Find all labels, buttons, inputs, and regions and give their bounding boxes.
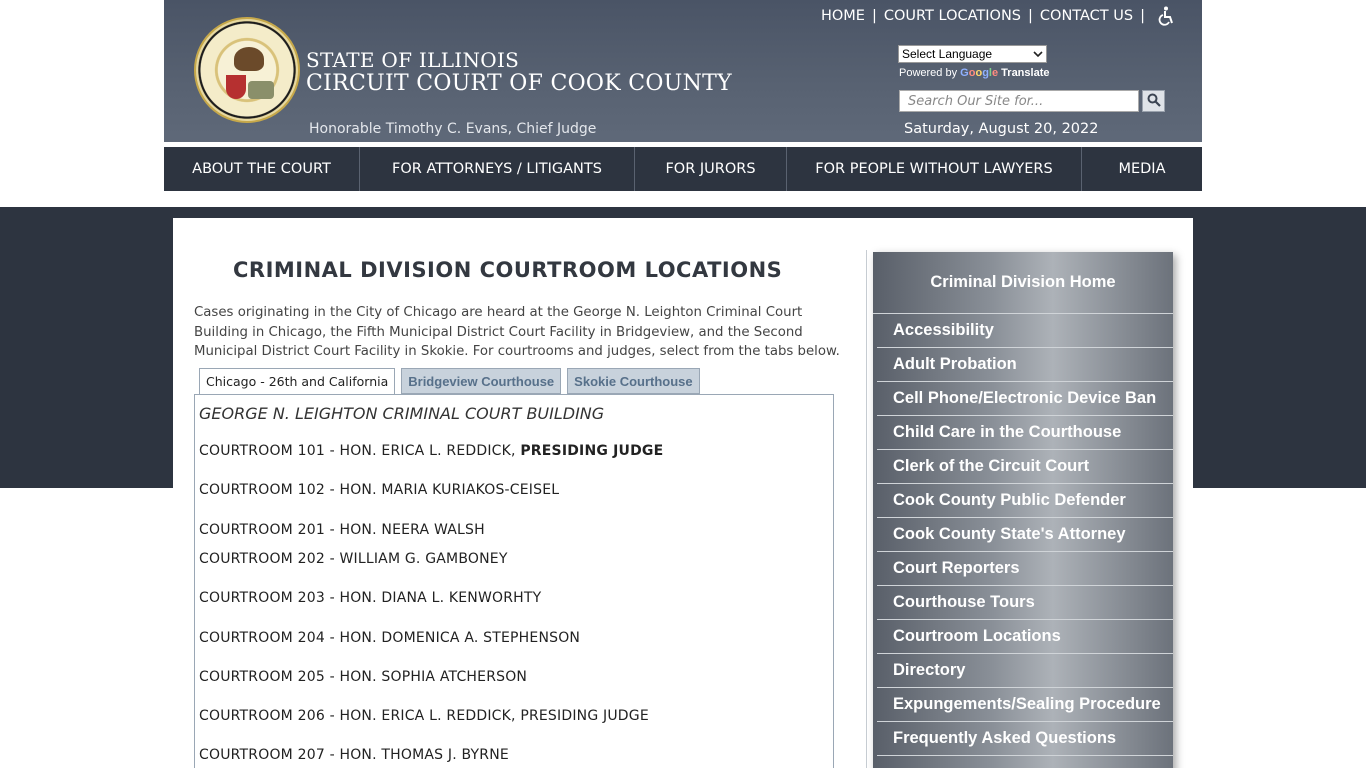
building-name: GEORGE N. LEIGHTON CRIMINAL COURT BUILDI… [199,404,605,423]
seal-eagle-graphic [234,47,264,71]
sidebar-item-directory[interactable]: Directory [877,654,1173,688]
intro-paragraph: Cases originating in the City of Chicago… [194,305,840,359]
sidebar-item-public-defender[interactable]: Cook County Public Defender [877,484,1173,518]
content-area: CRIMINAL DIVISION COURTROOM LOCATIONS Ca… [173,218,1193,768]
link-separator: | [871,8,877,24]
tab-chicago[interactable]: Chicago - 26th and California [199,368,396,395]
site-search-input[interactable]: Search Our Site for... [899,90,1139,112]
link-separator: | [1028,8,1033,24]
courtroom-item: COURTROOM 202 - WILLIAM G. GAMBONEY [199,551,508,567]
top-links: HOME | COURT LOCATIONS | CONTACT US | [821,6,1176,26]
magnifier-icon [1147,92,1161,111]
courtroom-text: COURTROOM 101 - HON. ERICA L. REDDICK, [199,443,521,459]
nav-for-attorneys-litigants[interactable]: FOR ATTORNEYS / LITIGANTS [360,147,635,191]
tab-panel: GEORGE N. LEIGHTON CRIMINAL COURT BUILDI… [194,394,834,768]
search-button[interactable] [1142,90,1165,112]
courtroom-item: COURTROOM 207 - HON. THOMAS J. BYRNE [199,747,509,763]
powered-by-label: Powered by [899,67,958,79]
contact-us-link[interactable]: CONTACT US [1040,8,1133,24]
google-letter: g [982,67,989,79]
header-divider [164,142,1202,145]
google-letter: e [991,67,999,79]
link-separator: | [1140,8,1145,24]
nav-media[interactable]: MEDIA [1082,147,1202,191]
tab-bridgeview[interactable]: Bridgeview Courthouse [401,368,562,394]
page-title: CRIMINAL DIVISION COURTROOM LOCATIONS [233,258,783,282]
sidebar-item-expungements[interactable]: Expungements/Sealing Procedure [877,688,1173,722]
sidebar-item-child-care[interactable]: Child Care in the Courthouse [877,416,1173,450]
sidebar-heading[interactable]: Criminal Division Home [873,252,1173,314]
translate-link[interactable]: Translate [1001,67,1049,79]
illinois-seal-logo[interactable] [194,17,300,123]
sidebar-menu: Criminal Division Home Accessibility Adu… [873,252,1173,768]
court-title[interactable]: CIRCUIT COURT OF COOK COUNTY [306,71,732,96]
current-date: Saturday, August 20, 2022 [904,121,1099,137]
wheelchair-icon[interactable] [1158,6,1176,26]
main-nav: ABOUT THE COURT FOR ATTORNEYS / LITIGANT… [164,147,1202,191]
courtroom-item: COURTROOM 205 - HON. SOPHIA ATCHERSON [199,669,528,685]
sidebar-item-states-attorney[interactable]: Cook County State's Attorney [877,518,1173,552]
tab-skokie[interactable]: Skokie Courthouse [567,368,700,394]
site-header: STATE OF ILLINOIS CIRCUIT COURT OF COOK … [164,0,1202,144]
nav-about-the-court[interactable]: ABOUT THE COURT [164,147,360,191]
sidebar-item-adult-probation[interactable]: Adult Probation [877,348,1173,382]
home-link[interactable]: HOME [821,8,865,24]
seal-shield-graphic [226,75,246,99]
sidebar-item-faq[interactable]: Frequently Asked Questions [877,722,1173,756]
seal-rock-graphic [248,81,274,99]
language-select-value: Select Language [902,47,993,61]
court-locations-link[interactable]: COURT LOCATIONS [884,8,1021,24]
chevron-down-icon [1033,47,1043,61]
courtroom-item: COURTROOM 201 - HON. NEERA WALSH [199,522,485,538]
chief-judge-label: Honorable Timothy C. Evans, Chief Judge [309,121,597,137]
sidebar-item-courtroom-locations[interactable]: Courtroom Locations [877,620,1173,654]
nav-for-jurors[interactable]: FOR JURORS [635,147,787,191]
state-title[interactable]: STATE OF ILLINOIS [306,48,519,72]
sidebar-item-courthouse-tours[interactable]: Courthouse Tours [877,586,1173,620]
language-select[interactable]: Select Language [898,45,1047,63]
courtroom-item: COURTROOM 206 - HON. ERICA L. REDDICK, P… [199,708,649,724]
courtroom-item: COURTROOM 102 - HON. MARIA KURIAKOS-CEIS… [199,482,560,498]
courtroom-bold-text: PRESIDING JUDGE [520,443,664,459]
courtroom-item: COURTROOM 203 - HON. DIANA L. KENWORHTY [199,590,542,606]
sidebar-item-clerk[interactable]: Clerk of the Circuit Court [877,450,1173,484]
site-container: STATE OF ILLINOIS CIRCUIT COURT OF COOK … [164,0,1202,768]
sidebar-item-accessibility[interactable]: Accessibility [877,314,1173,348]
google-letter: G [960,67,969,79]
sidebar-item-court-reporters[interactable]: Court Reporters [877,552,1173,586]
sidebar-item-cell-phone-ban[interactable]: Cell Phone/Electronic Device Ban [877,382,1173,416]
nav-for-people-without-lawyers[interactable]: FOR PEOPLE WITHOUT LAWYERS [787,147,1082,191]
column-divider [866,250,867,768]
courtroom-item: COURTROOM 204 - HON. DOMENICA A. STEPHEN… [199,630,581,646]
courthouse-tabs: Chicago - 26th and California Bridgeview… [199,368,700,395]
courtroom-item: COURTROOM 101 - HON. ERICA L. REDDICK, P… [199,443,663,459]
google-translate-credit: Powered by Google Translate [899,67,1049,79]
